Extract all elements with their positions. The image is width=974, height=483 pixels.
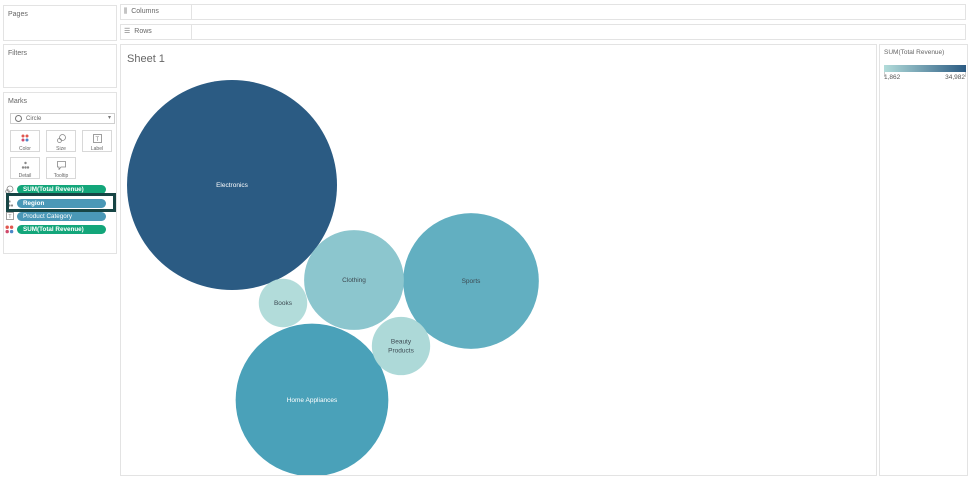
pill-row-label: T Product Category — [5, 211, 106, 221]
columns-shelf-label: ⫼ Columns — [121, 5, 192, 19]
tooltip-button[interactable]: Tooltip — [46, 157, 76, 179]
circle-icon — [15, 115, 22, 122]
label-button-label: Label — [90, 146, 104, 152]
bubble-label: Home Appliances — [287, 397, 338, 404]
rows-shelf[interactable]: ☰ Rows — [120, 24, 966, 40]
bubble-chart: Electronics Sports Home Appliances Clothing… — [127, 80, 539, 475]
size-icon — [47, 134, 75, 145]
color-dots-icon — [5, 225, 14, 234]
marks-title: Marks — [8, 98, 28, 105]
label-pill[interactable]: Product Category — [17, 211, 106, 221]
detail-button[interactable]: Detail — [10, 157, 40, 179]
columns-text: Columns — [131, 8, 159, 15]
pill-row-size: SUM(Total Revenue) — [5, 184, 106, 194]
mark-type-dropdown[interactable]: Circle ▾ — [10, 113, 115, 124]
size-button-label: Size — [56, 146, 66, 152]
legend-title: SUM(Total Revenue) — [884, 49, 945, 56]
bubble-beauty-products[interactable] — [371, 316, 431, 376]
chevron-down-icon: ▾ — [107, 115, 111, 121]
pages-card: Pages — [3, 5, 117, 41]
rows-icon: ☰ — [124, 28, 131, 35]
pages-title: Pages — [8, 11, 28, 18]
legend-gradient — [884, 65, 966, 72]
detail-pill[interactable]: Region — [17, 198, 106, 208]
color-button[interactable]: Color — [10, 130, 40, 152]
label-icon: T — [5, 211, 14, 221]
size-button[interactable]: Size — [46, 130, 76, 152]
columns-icon: ⫼ — [124, 8, 128, 15]
detail-icon — [5, 199, 14, 208]
detail-button-label: Detail — [18, 173, 32, 179]
bubble-label: Clothing — [342, 277, 366, 284]
label-icon: T — [83, 134, 111, 145]
tooltip-icon — [47, 161, 75, 172]
columns-shelf[interactable]: ⫼ Columns — [120, 4, 966, 20]
detail-icon — [11, 161, 39, 172]
svg-text:T: T — [95, 137, 99, 143]
filters-card[interactable]: Filters — [3, 44, 117, 88]
color-legend: SUM(Total Revenue) 1,862 34,982 — [879, 44, 968, 476]
rows-shelf-label: ☰ Rows — [121, 25, 192, 39]
size-pill[interactable]: SUM(Total Revenue) — [17, 184, 106, 194]
filters-title: Filters — [8, 50, 28, 57]
rows-text: Rows — [134, 28, 152, 35]
legend-max: 34,982 — [945, 74, 965, 81]
pill-row-color: SUM(Total Revenue) — [5, 224, 106, 234]
color-pill[interactable]: SUM(Total Revenue) — [17, 224, 106, 234]
tooltip-button-label: Tooltip — [53, 173, 69, 179]
label-button[interactable]: T Label — [82, 130, 112, 152]
size-icon — [5, 185, 14, 194]
mark-type-label: Circle — [26, 115, 42, 122]
legend-min: 1,862 — [884, 74, 901, 81]
pill-row-detail: Region — [5, 198, 106, 208]
bubble-label: Electronics — [216, 182, 249, 189]
color-dots-icon — [11, 134, 39, 145]
bubble-label: Sports — [462, 278, 482, 285]
color-button-label: Color — [19, 146, 31, 152]
bubble-label: Books — [274, 300, 293, 307]
sheet-view[interactable]: Sheet 1 Electronics Sports Home Appliances… — [120, 44, 877, 476]
